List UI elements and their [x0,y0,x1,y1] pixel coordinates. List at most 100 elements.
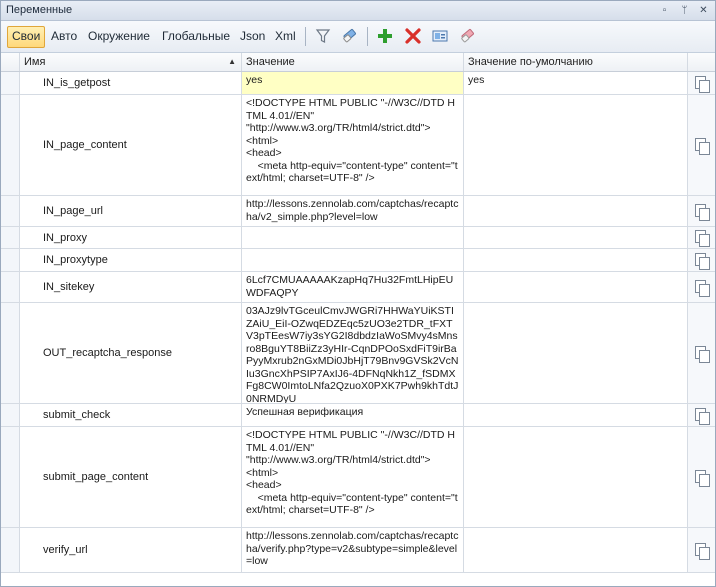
column-header-value[interactable]: Значение [242,53,464,71]
copy-icon [694,137,710,155]
variable-value-cell[interactable]: <!DOCTYPE HTML PUBLIC "-//W3C//DTD HTML … [242,427,464,527]
variables-panel: Переменные ▫ ᛘ ✕ Свои Авто Окружение Гло… [0,0,716,587]
variable-name-cell[interactable]: verify_url [20,528,242,572]
row-selector[interactable] [1,95,20,195]
variable-name-cell[interactable]: submit_page_content [20,427,242,527]
copy-value-button[interactable] [688,95,715,195]
variable-name: submit_page_content [43,471,149,483]
variable-name: IN_page_url [43,205,103,217]
grid-header: Имя ▲ Значение Значение по-умолчанию [1,53,715,72]
add-icon[interactable] [376,27,394,45]
tab-xml[interactable]: Xml [271,26,300,46]
copy-value-button[interactable] [688,249,715,271]
variable-value-cell[interactable]: yes [242,72,464,94]
variable-value-cell[interactable]: Успешная верификация [242,404,464,426]
window-position-icon[interactable]: ▫ [658,4,671,17]
variable-name: OUT_recaptcha_response [43,347,173,359]
row-selector[interactable] [1,249,20,271]
copy-value-button[interactable] [688,272,715,302]
variable-value-cell[interactable]: http://lessons.zennolab.com/captchas/rec… [242,196,464,226]
copy-icon [694,542,710,560]
column-header-name[interactable]: Имя ▲ [20,53,242,71]
variable-name-cell[interactable]: IN_proxy [20,227,242,248]
table-row[interactable]: OUT_recaptcha_response 03AJz9lvTGceulCmvJ… [1,303,715,404]
tab-environment[interactable]: Окружение [84,26,154,46]
pin-icon[interactable]: ᛘ [678,4,691,17]
copy-icon [694,203,710,221]
copy-icon [694,279,710,297]
table-row[interactable]: IN_is_getpost yes yes [1,72,715,95]
variable-name-cell[interactable]: IN_page_content [20,95,242,195]
row-selector[interactable] [1,303,20,403]
variable-default-cell[interactable] [464,227,688,248]
edit-icon[interactable] [431,27,449,45]
copy-value-button[interactable] [688,303,715,403]
variable-default-cell[interactable] [464,528,688,572]
variable-name-cell[interactable]: IN_is_getpost [20,72,242,94]
table-row[interactable]: IN_sitekey 6Lcf7CMUAAAAAKzapHq7Hu32FmtLHi… [1,272,715,303]
copy-value-button[interactable] [688,528,715,572]
variable-name-cell[interactable]: OUT_recaptcha_response [20,303,242,403]
variable-value-cell[interactable] [242,227,464,248]
variable-name-cell[interactable]: IN_proxytype [20,249,242,271]
table-row[interactable]: IN_page_url http://lessons.zennolab.com/c… [1,196,715,227]
delete-icon[interactable] [404,27,422,45]
row-selector[interactable] [1,227,20,248]
variable-name-cell[interactable]: IN_sitekey [20,272,242,302]
variable-name: IN_is_getpost [43,77,111,89]
table-row[interactable]: verify_url http://lessons.zennolab.com/ca… [1,528,715,573]
row-selector[interactable] [1,528,20,572]
eraser-icon[interactable] [341,27,359,45]
clear-icon[interactable] [459,27,477,45]
copy-value-button[interactable] [688,72,715,94]
variable-value-cell[interactable]: 03AJz9lvTGceulCmvJWGRi7HHWaYUiKSTIZAiU_E… [242,303,464,403]
variable-default-cell[interactable] [464,249,688,271]
table-row[interactable]: IN_page_content <!DOCTYPE HTML PUBLIC "-/… [1,95,715,196]
tab-auto[interactable]: Авто [47,26,81,46]
copy-icon [694,75,710,93]
variable-name-cell[interactable]: submit_check [20,404,242,426]
variable-name: IN_sitekey [43,281,95,293]
row-selector[interactable] [1,72,20,94]
copy-value-button[interactable] [688,404,715,426]
variable-name: verify_url [43,544,88,556]
variable-value-cell[interactable] [242,249,464,271]
sort-ascending-icon: ▲ [228,57,236,66]
filter-icon[interactable] [314,27,332,45]
table-row[interactable]: submit_page_content <!DOCTYPE HTML PUBLIC… [1,427,715,528]
variable-name: IN_proxytype [43,254,108,266]
copy-value-button[interactable] [688,196,715,226]
variable-default-cell[interactable] [464,272,688,302]
variable-default-cell[interactable] [464,95,688,195]
table-row[interactable]: submit_check Успешная верификация [1,404,715,427]
row-selector[interactable] [1,196,20,226]
row-selector[interactable] [1,272,20,302]
copy-icon [694,229,710,247]
table-row[interactable]: IN_proxy [1,227,715,249]
variable-name: submit_check [43,409,111,421]
column-header-default[interactable]: Значение по-умолчанию [464,53,688,71]
toolbar-separator [367,27,368,46]
row-selector[interactable] [1,404,20,426]
tab-own[interactable]: Свои [7,26,46,48]
tab-json[interactable]: Json [236,26,269,46]
tab-global[interactable]: Глобальные [158,26,234,46]
variable-value-cell[interactable]: <!DOCTYPE HTML PUBLIC "-//W3C//DTD HTML … [242,95,464,195]
variable-default-cell[interactable] [464,427,688,527]
variable-default-cell[interactable] [464,303,688,403]
variable-value-cell[interactable]: 6Lcf7CMUAAAAAKzapHq7Hu32FmtLHipEUWDFAQPY [242,272,464,302]
variable-value-cell[interactable]: http://lessons.zennolab.com/captchas/rec… [242,528,464,572]
copy-icon [694,407,710,425]
copy-value-button[interactable] [688,227,715,248]
variable-default-cell[interactable] [464,196,688,226]
copy-value-button[interactable] [688,427,715,527]
close-icon[interactable]: ✕ [697,4,710,17]
copy-icon [694,252,710,270]
variable-name-cell[interactable]: IN_page_url [20,196,242,226]
copy-icon [694,469,710,487]
variable-default-cell[interactable] [464,404,688,426]
table-row[interactable]: IN_proxytype [1,249,715,272]
row-selector[interactable] [1,427,20,527]
variable-name: IN_proxy [43,231,88,244]
variable-default-cell[interactable]: yes [464,72,688,94]
